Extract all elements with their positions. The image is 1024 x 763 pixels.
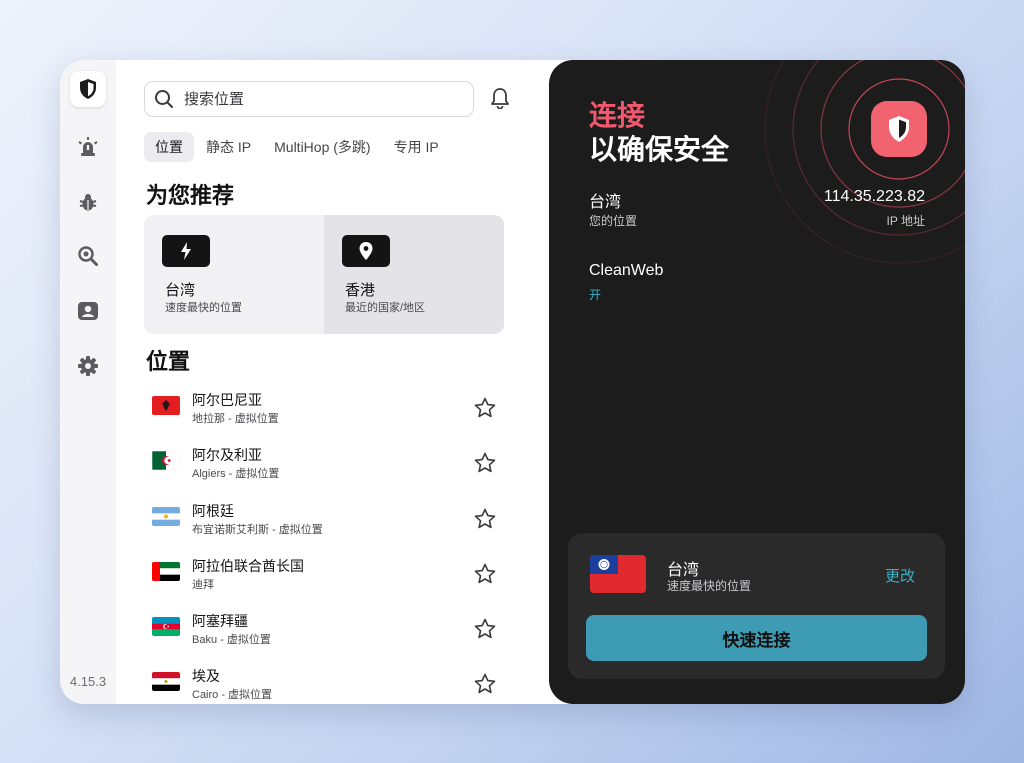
location-pin-icon	[359, 242, 373, 260]
location-name: 阿根廷	[192, 502, 234, 519]
list-item[interactable]: 阿拉伯联合酋长国 迪拜	[144, 545, 514, 600]
azerbaijan-flag-icon	[152, 617, 180, 637]
sidebar: 4.15.3	[60, 60, 116, 704]
location-name: 阿拉伯联合酋长国	[192, 557, 304, 574]
tab-locations[interactable]: 位置	[144, 132, 194, 162]
location-sub: Cairo - 虚拟位置	[192, 689, 273, 702]
locations-heading: 位置	[146, 349, 191, 374]
list-item[interactable]: 阿尔巴尼亚 地拉那 - 虚拟位置	[144, 379, 514, 434]
search-input[interactable]	[182, 89, 456, 109]
list-item[interactable]: 阿塞拜疆 Baku - 虚拟位置	[144, 600, 514, 655]
current-location: 台湾	[589, 194, 622, 211]
app-window: 4.15.3 位置 静态 IP MultiHop (多跳) 专用 IP 为您推荐	[60, 60, 965, 704]
cleanweb-title: CleanWeb	[589, 262, 664, 279]
argentina-flag-icon	[152, 506, 180, 526]
gear-icon	[78, 356, 98, 376]
recommend-heading: 为您推荐	[146, 183, 235, 208]
star-icon[interactable]	[474, 397, 496, 419]
shield-icon	[889, 116, 909, 142]
recommend-card-nearest[interactable]: 香港 最近的国家/地区	[324, 215, 504, 334]
location-sub: 布宜诺斯艾利斯 - 虚拟位置	[192, 523, 323, 536]
star-icon[interactable]	[474, 673, 496, 695]
star-icon[interactable]	[474, 563, 496, 585]
star-icon[interactable]	[474, 508, 496, 530]
location-pane: 位置 静态 IP MultiHop (多跳) 专用 IP 为您推荐 台湾 速度最…	[116, 60, 574, 704]
recommend-name: 香港	[345, 282, 376, 299]
sidebar-item-settings[interactable]	[70, 348, 106, 384]
ip-address: 114.35.223.82	[823, 188, 925, 205]
sidebar-item-alert[interactable]	[70, 129, 106, 165]
egypt-flag-icon	[152, 672, 180, 692]
quick-connect-button[interactable]: 快速连接	[586, 615, 927, 661]
status-title-secure: 以确保安全	[589, 134, 730, 165]
algeria-flag-icon	[152, 451, 180, 471]
sidebar-item-vpn[interactable]	[70, 71, 106, 107]
pin-badge	[342, 235, 390, 267]
location-name: 阿塞拜疆	[192, 613, 248, 630]
bell-icon[interactable]	[490, 87, 510, 109]
location-sub: Algiers - 虚拟位置	[192, 468, 280, 481]
uae-flag-icon	[152, 561, 180, 581]
quick-connect-card: 台湾 速度最快的位置 更改 快速连接	[568, 533, 945, 679]
location-sub: Baku - 虚拟位置	[192, 634, 271, 647]
tab-dedicated-ip[interactable]: 专用 IP	[383, 132, 450, 162]
alert-lamp-icon	[78, 137, 98, 156]
recommend-card-fastest[interactable]: 台湾 速度最快的位置	[144, 215, 324, 334]
star-icon[interactable]	[474, 452, 496, 474]
status-title-connect: 连接	[589, 100, 646, 131]
taiwan-flag-icon	[590, 555, 646, 593]
sidebar-item-account[interactable]	[70, 293, 106, 329]
list-item[interactable]: 阿根廷 布宜诺斯艾利斯 - 虚拟位置	[144, 490, 514, 545]
sidebar-item-search[interactable]	[70, 238, 106, 274]
lightning-icon	[181, 242, 191, 260]
cleanweb-status[interactable]: 开	[589, 286, 601, 303]
star-icon[interactable]	[474, 618, 496, 640]
search-box[interactable]	[144, 81, 474, 117]
recommend-sub: 速度最快的位置	[165, 302, 242, 314]
bug-icon	[79, 194, 97, 211]
user-card-icon	[78, 302, 98, 320]
location-name: 阿尔巴尼亚	[192, 392, 262, 408]
ip-address-label: IP 地址	[886, 214, 925, 228]
location-list: 阿尔巴尼亚 地拉那 - 虚拟位置 阿尔及利亚 Algiers - 虚拟位置 阿根…	[144, 379, 514, 704]
location-tabs: 位置 静态 IP MultiHop (多跳) 专用 IP	[144, 132, 451, 162]
status-panel: 连接 以确保安全 台湾 您的位置 114.35.223.82 IP 地址 Cle…	[549, 60, 965, 704]
search-magnifier-icon	[78, 246, 98, 266]
app-version: 4.15.3	[69, 674, 107, 689]
list-item[interactable]: 阿尔及利亚 Algiers - 虚拟位置	[144, 434, 514, 489]
change-location-link[interactable]: 更改	[885, 565, 915, 586]
lightning-badge	[162, 235, 210, 267]
list-item[interactable]: 埃及 Cairo - 虚拟位置	[144, 655, 514, 704]
recommend-cards: 台湾 速度最快的位置 香港 最近的国家/地区	[144, 215, 504, 334]
tab-static-ip[interactable]: 静态 IP	[195, 132, 262, 162]
shield-status-button[interactable]	[871, 101, 927, 157]
current-location-label: 您的位置	[589, 214, 638, 228]
location-name: 埃及	[192, 668, 220, 685]
shield-icon	[80, 79, 96, 99]
tab-multihop[interactable]: MultiHop (多跳)	[263, 132, 381, 162]
connect-location-sub: 速度最快的位置	[667, 579, 752, 593]
location-sub: 迪拜	[192, 578, 214, 591]
location-sub: 地拉那 - 虚拟位置	[192, 413, 279, 425]
recommend-sub: 最近的国家/地区	[345, 302, 426, 314]
search-icon	[155, 90, 173, 108]
location-name: 阿尔及利亚	[192, 447, 262, 464]
albania-flag-icon	[152, 396, 180, 415]
recommend-name: 台湾	[165, 282, 196, 299]
sidebar-item-antivirus[interactable]	[70, 184, 106, 220]
